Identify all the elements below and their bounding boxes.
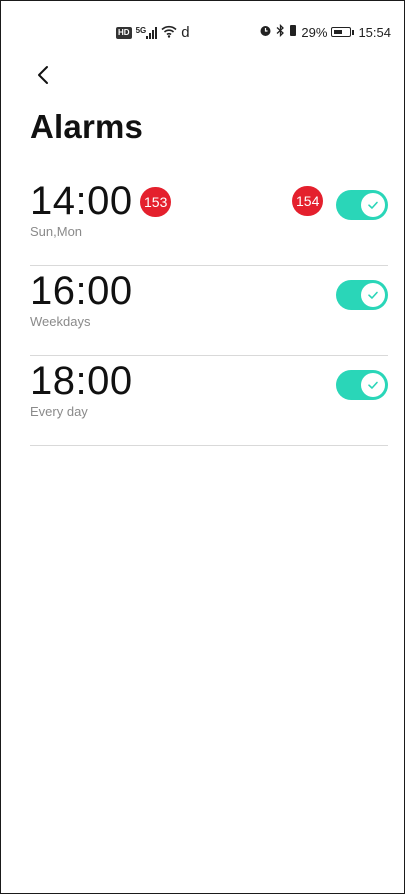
chevron-left-icon [38, 66, 48, 84]
signal-icon: 5G [135, 25, 158, 39]
alarm-clock-icon [259, 24, 272, 40]
check-icon [368, 291, 378, 299]
alarm-repeat-label: Sun,Mon [30, 224, 83, 239]
bluetooth-icon [276, 23, 285, 40]
hd-icon: HD [116, 26, 132, 39]
alarm-repeat-label: Weekdays [30, 314, 91, 329]
status-bar: HD 5G d 29% 15:54 [0, 23, 405, 48]
alarm-row[interactable]: 16:00 Weekdays [30, 266, 388, 356]
vibrate-icon [289, 24, 297, 40]
alarm-row[interactable]: 14:00 153 Sun,Mon 154 [30, 176, 388, 266]
alarm-list: 14:00 153 Sun,Mon 154 16:00 Weekdays 18:… [30, 176, 388, 446]
alarm-time: 16:00 [30, 269, 133, 313]
notification-badge: 153 [140, 187, 172, 217]
battery-percent: 29% [301, 24, 328, 40]
alarm-toggle[interactable] [336, 370, 388, 400]
status-right: 29% 15:54 [259, 23, 391, 40]
status-time: 15:54 [358, 24, 391, 40]
toggle-knob [361, 373, 385, 397]
alarm-toggle[interactable] [336, 280, 388, 310]
check-icon [368, 381, 378, 389]
back-button[interactable] [32, 60, 62, 90]
network-type-label: 5G [135, 25, 147, 35]
notification-badge: 154 [292, 186, 324, 216]
extra-status-label: d [181, 24, 190, 41]
status-left: HD 5G d [116, 24, 190, 41]
battery-icon [331, 27, 355, 37]
toggle-knob [361, 283, 385, 307]
page-title: Alarms [30, 108, 144, 145]
alarm-time: 18:00 [30, 359, 133, 403]
alarm-toggle[interactable] [336, 190, 388, 220]
toggle-knob [361, 193, 385, 217]
wifi-icon [161, 25, 177, 41]
alarm-time: 14:00 [30, 179, 133, 223]
alarm-row[interactable]: 18:00 Every day [30, 356, 388, 446]
alarm-repeat-label: Every day [30, 404, 88, 419]
check-icon [368, 201, 378, 209]
